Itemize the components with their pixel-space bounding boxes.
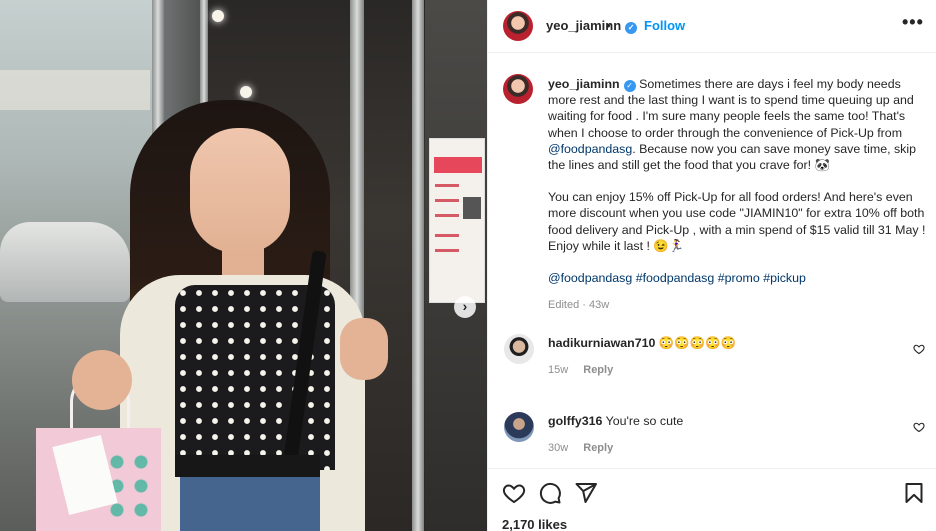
post-caption: yeo_jiaminn ✓ Sometimes there are days i …: [548, 76, 928, 286]
shop-sign: [0, 70, 150, 110]
person-belt: [175, 455, 320, 477]
person-hand: [340, 318, 388, 380]
comment-item: golffy316 You're so cute 30w Reply: [488, 412, 936, 472]
chevron-right-icon: ›: [462, 298, 468, 314]
author-username[interactable]: yeo_jiaminn ✓: [546, 18, 638, 34]
comment-body: 😳😳😳😳😳: [658, 336, 737, 350]
post-photo[interactable]: ›: [0, 0, 487, 531]
caption-avatar[interactable]: [503, 74, 533, 104]
comment-age: 30w: [548, 442, 569, 454]
paper-plane-icon[interactable]: [574, 481, 598, 505]
comment-bubble-icon[interactable]: [538, 481, 562, 505]
post-actions: 2,170 likes: [488, 468, 936, 531]
comment-username[interactable]: golffy316: [548, 414, 602, 428]
likes-count[interactable]: 2,170 likes: [502, 517, 567, 531]
comment-text: golffy316 You're so cute: [548, 414, 683, 428]
comment-meta: 15w Reply: [548, 364, 613, 376]
hashtag-link[interactable]: #pickup: [763, 271, 806, 285]
mention-link[interactable]: @foodpandasg: [548, 142, 632, 156]
comment-age: 15w: [548, 364, 569, 376]
comment-meta: 30w Reply: [548, 442, 613, 454]
next-photo-button[interactable]: ›: [454, 296, 476, 318]
heart-icon[interactable]: [502, 481, 526, 505]
heart-icon[interactable]: [913, 421, 925, 433]
comment-item: hadikurniawan710 😳😳😳😳😳 15w Reply: [488, 334, 936, 394]
person-face: [190, 128, 290, 253]
person-jeans: [180, 477, 320, 531]
reply-button[interactable]: Reply: [583, 442, 613, 454]
door-frame-right: [412, 0, 424, 531]
post-panel: yeo_jiaminn ✓ • Follow ••• yeo_jiaminn ✓ S…: [487, 0, 936, 531]
avatar[interactable]: [504, 334, 534, 364]
comment-body: You're so cute: [605, 414, 684, 428]
promo-poster: [429, 138, 485, 303]
verified-badge-icon: ✓: [625, 22, 638, 34]
ceiling-light: [212, 10, 224, 22]
verified-badge-icon: ✓: [623, 80, 636, 92]
person-hand: [72, 350, 132, 410]
ceiling-light: [240, 86, 252, 98]
heart-icon[interactable]: [913, 343, 925, 355]
bookmark-icon[interactable]: [902, 481, 926, 505]
mention-link[interactable]: @foodpandasg: [548, 271, 632, 285]
parked-car: [0, 222, 130, 302]
more-options-icon[interactable]: •••: [902, 12, 924, 33]
hashtag-line: @foodpandasg #foodpandasg #promo #pickup: [548, 270, 928, 286]
separator-dot: •: [606, 18, 611, 33]
avatar[interactable]: [504, 412, 534, 442]
caption-username[interactable]: yeo_jiaminn: [548, 77, 620, 91]
follow-button[interactable]: Follow: [644, 18, 685, 33]
comment-username[interactable]: hadikurniawan710: [548, 336, 655, 350]
caption-text: You can enjoy 15% off Pick-Up for all fo…: [548, 190, 926, 253]
hashtag-link[interactable]: #foodpandasg: [636, 271, 715, 285]
avatar[interactable]: [503, 11, 533, 41]
comment-text: hadikurniawan710 😳😳😳😳😳: [548, 336, 736, 351]
reply-button[interactable]: Reply: [583, 364, 613, 376]
hashtag-link[interactable]: #promo: [718, 271, 760, 285]
post-header: yeo_jiaminn ✓ • Follow •••: [488, 0, 936, 53]
edited-timestamp: Edited · 43w: [548, 299, 610, 311]
